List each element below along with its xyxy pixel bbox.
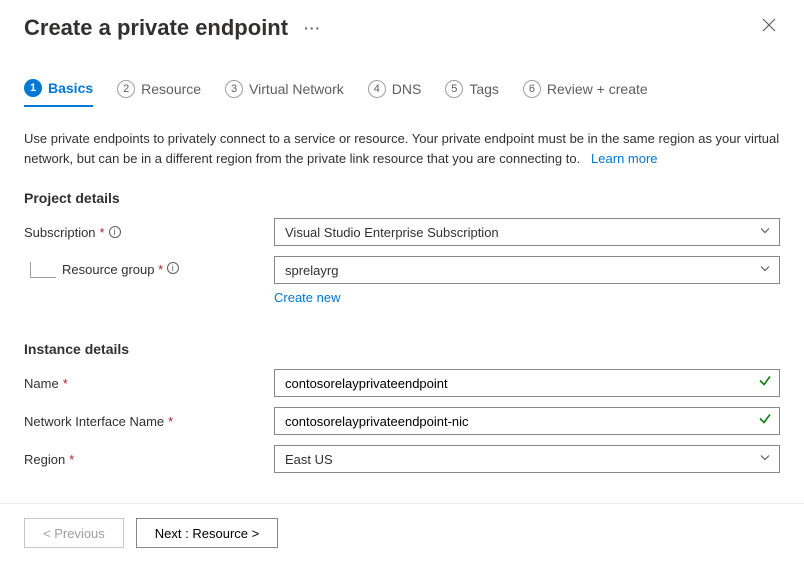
wizard-tabs: 1 Basics 2 Resource 3 Virtual Network 4 …: [0, 49, 804, 117]
tab-label: Resource: [141, 81, 201, 97]
tab-label: Basics: [48, 80, 93, 96]
label-text: Subscription: [24, 225, 96, 240]
select-value: Visual Studio Enterprise Subscription: [285, 225, 499, 240]
previous-button[interactable]: < Previous: [24, 518, 124, 548]
more-icon[interactable]: ···: [304, 20, 321, 36]
tab-virtual-network[interactable]: 3 Virtual Network: [225, 79, 344, 107]
required-indicator: *: [100, 225, 105, 240]
intro-text: Use private endpoints to privately conne…: [24, 129, 780, 168]
close-icon[interactable]: [758, 14, 780, 41]
info-icon[interactable]: i: [167, 262, 179, 274]
instance-details-heading: Instance details: [24, 341, 780, 357]
tab-label: Review + create: [547, 81, 648, 97]
dialog-header: Create a private endpoint ···: [0, 0, 804, 49]
resource-group-select[interactable]: sprelayrg: [274, 256, 780, 284]
info-icon[interactable]: i: [109, 226, 121, 238]
title-text: Create a private endpoint: [24, 15, 288, 41]
label-text: Resource group: [62, 262, 155, 277]
create-new-link[interactable]: Create new: [274, 290, 780, 305]
tab-number: 2: [117, 80, 135, 98]
tree-indent: Resource group * i: [24, 262, 179, 278]
nic-row: Network Interface Name *: [24, 407, 780, 435]
tab-number: 3: [225, 80, 243, 98]
tab-tags[interactable]: 5 Tags: [445, 79, 499, 107]
label-text: Name: [24, 376, 59, 391]
name-row: Name *: [24, 369, 780, 397]
chevron-down-icon: [759, 225, 771, 240]
region-label: Region *: [24, 452, 274, 467]
required-indicator: *: [69, 452, 74, 467]
intro-body: Use private endpoints to privately conne…: [24, 131, 779, 166]
learn-more-link[interactable]: Learn more: [591, 151, 657, 166]
name-input[interactable]: [274, 369, 780, 397]
name-label: Name *: [24, 376, 274, 391]
select-value: East US: [285, 452, 333, 467]
subscription-label: Subscription * i: [24, 225, 274, 240]
resource-group-label: Resource group * i: [24, 262, 274, 278]
subscription-select-wrap: Visual Studio Enterprise Subscription: [274, 218, 780, 246]
nic-label: Network Interface Name *: [24, 414, 274, 429]
tab-dns[interactable]: 4 DNS: [368, 79, 422, 107]
region-select-wrap: East US: [274, 445, 780, 473]
name-input-wrap: [274, 369, 780, 397]
subscription-select[interactable]: Visual Studio Enterprise Subscription: [274, 218, 780, 246]
tab-basics[interactable]: 1 Basics: [24, 79, 93, 107]
required-indicator: *: [168, 414, 173, 429]
label-text: Network Interface Name: [24, 414, 164, 429]
subscription-row: Subscription * i Visual Studio Enterpris…: [24, 218, 780, 246]
label-text: Region: [24, 452, 65, 467]
tab-label: Tags: [469, 81, 499, 97]
required-indicator: *: [155, 262, 164, 277]
tab-number: 5: [445, 80, 463, 98]
nic-input[interactable]: [274, 407, 780, 435]
resource-group-select-wrap: sprelayrg: [274, 256, 780, 284]
tab-resource[interactable]: 2 Resource: [117, 79, 201, 107]
tab-number: 1: [24, 79, 42, 97]
nic-input-wrap: [274, 407, 780, 435]
select-value: sprelayrg: [285, 263, 338, 278]
tab-number: 6: [523, 80, 541, 98]
tab-content: Use private endpoints to privately conne…: [0, 117, 804, 495]
region-row: Region * East US: [24, 445, 780, 473]
next-button[interactable]: Next : Resource >: [136, 518, 278, 548]
region-select[interactable]: East US: [274, 445, 780, 473]
tree-line-icon: [30, 262, 56, 278]
tab-label: Virtual Network: [249, 81, 344, 97]
tab-number: 4: [368, 80, 386, 98]
chevron-down-icon: [759, 452, 771, 467]
resource-group-row: Resource group * i sprelayrg: [24, 256, 780, 284]
chevron-down-icon: [759, 263, 771, 278]
required-indicator: *: [63, 376, 68, 391]
project-details-heading: Project details: [24, 190, 780, 206]
wizard-footer: < Previous Next : Resource >: [0, 503, 804, 562]
page-title: Create a private endpoint ···: [24, 15, 321, 41]
tab-review-create[interactable]: 6 Review + create: [523, 79, 648, 107]
tab-label: DNS: [392, 81, 422, 97]
